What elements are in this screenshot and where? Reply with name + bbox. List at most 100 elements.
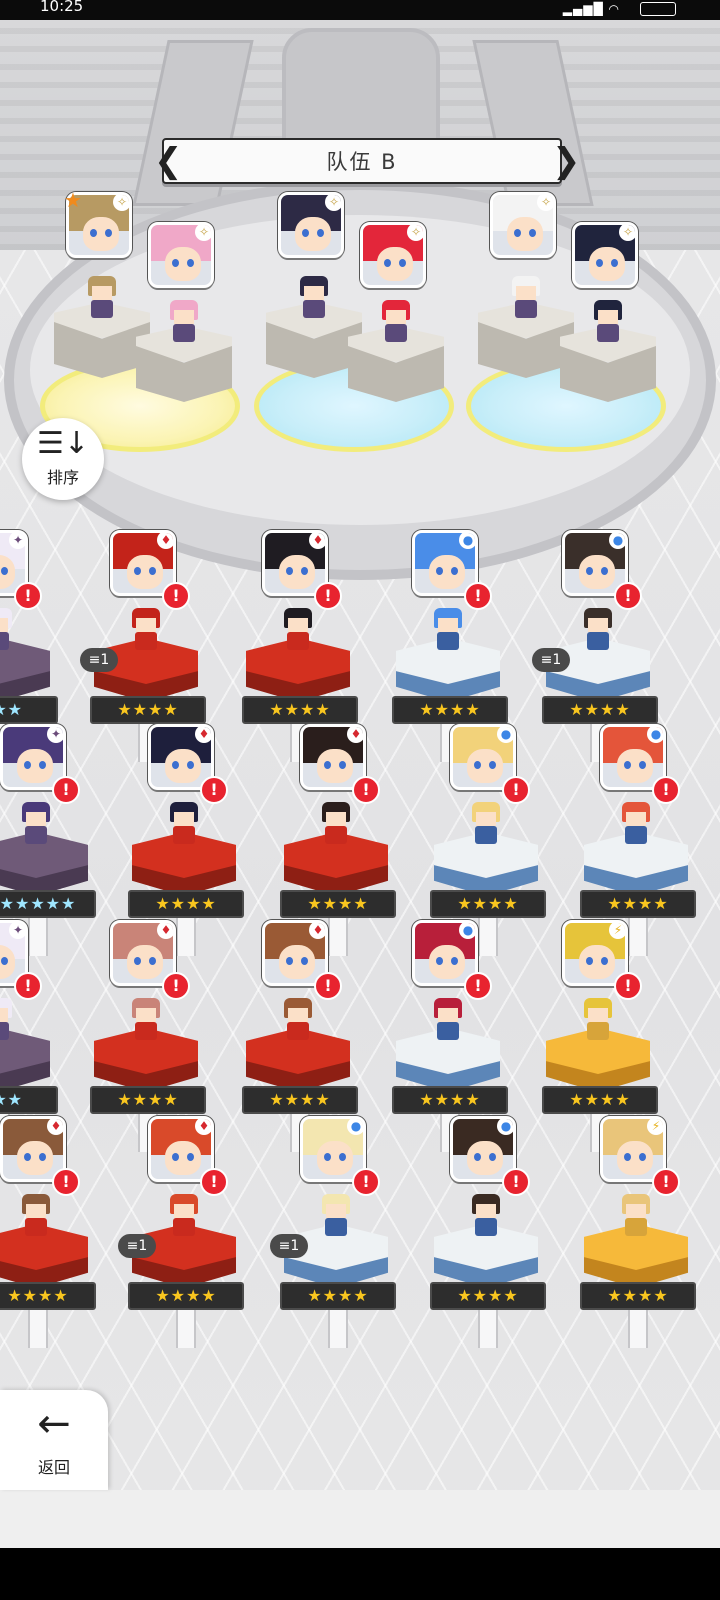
- sprite-face: [136, 1008, 156, 1022]
- sprite-face: [476, 812, 496, 826]
- star-rating: ★★★★: [128, 1282, 244, 1310]
- alert-icon: !: [52, 776, 80, 804]
- hero-eye: [39, 761, 46, 769]
- hero-face: [579, 945, 615, 979]
- alert-icon: !: [162, 972, 190, 1000]
- next-team-arrow-icon[interactable]: ❯: [552, 140, 581, 182]
- star-rating: ★★★★: [392, 1086, 508, 1114]
- sprite-body: [173, 324, 195, 342]
- hero-face: [17, 749, 53, 783]
- hero-sprite: [166, 300, 202, 344]
- element-icon: ✧: [113, 195, 129, 211]
- sprite-face: [626, 812, 646, 826]
- hero-sprite: [580, 998, 616, 1042]
- alert-icon: !: [200, 1168, 228, 1196]
- hero-eye: [39, 1153, 46, 1161]
- sprite-body: [625, 1218, 647, 1236]
- alert-icon: !: [14, 972, 42, 1000]
- sprite-face: [0, 618, 8, 632]
- sprite-body: [385, 324, 407, 342]
- sprite-body: [475, 826, 497, 844]
- bottom-bar: [0, 1490, 720, 1548]
- element-icon: ♦: [309, 923, 325, 939]
- hero-face: [127, 555, 163, 589]
- star-rating: ★★★★: [280, 890, 396, 918]
- hero-face: [165, 247, 201, 281]
- sprite-body: [437, 632, 459, 650]
- sprite-face: [626, 1204, 646, 1218]
- sprite-face: [326, 1204, 346, 1218]
- sprite-body: [173, 1218, 195, 1236]
- sprite-body: [287, 632, 309, 650]
- team-member-portrait[interactable]: ✧: [278, 192, 344, 258]
- star-rating: ★★★: [0, 1086, 58, 1114]
- hero-eye: [611, 259, 618, 267]
- hero-sprite: [18, 1194, 54, 1238]
- back-button[interactable]: ← 返回: [0, 1390, 108, 1490]
- team-name: 队伍 B: [326, 150, 398, 174]
- hero-eye: [134, 567, 141, 575]
- hero-eye: [399, 259, 406, 267]
- team-edit-screen: 10:25 ▂▄▆█ ◠ ❮ 队伍 B ❯ ✧ ★ ✧ ✧ ✧ ✧ ✧ ☰↓ 排序 ★★★ ✦…: [0, 0, 720, 1600]
- hero-eye: [187, 761, 194, 769]
- prev-team-arrow-icon[interactable]: ❮: [154, 140, 183, 182]
- element-icon: ●: [347, 1119, 363, 1135]
- alert-icon: !: [614, 972, 642, 1000]
- sprite-face: [26, 812, 46, 826]
- sprite-body: [135, 1022, 157, 1040]
- element-icon: ✧: [537, 195, 553, 211]
- hero-eye: [149, 957, 156, 965]
- sprite-face: [174, 310, 194, 324]
- hero-face: [429, 555, 465, 589]
- hero-eye: [134, 957, 141, 965]
- hero-face: [377, 247, 413, 281]
- element-icon: ●: [609, 533, 625, 549]
- hero-eye: [451, 567, 458, 575]
- hero-sprite: [166, 1194, 202, 1238]
- sprite-face: [304, 286, 324, 300]
- hero-face: [279, 945, 315, 979]
- hero-face: [429, 945, 465, 979]
- alert-icon: !: [502, 1168, 530, 1196]
- hero-sprite: [468, 1194, 504, 1238]
- duplicate-count: 1: [290, 1238, 300, 1254]
- element-icon: ⚡: [609, 923, 625, 939]
- hero-eye: [601, 957, 608, 965]
- star-rating: ★★★: [0, 696, 58, 724]
- team-member-portrait[interactable]: ✧: [148, 222, 214, 288]
- sprite-face: [598, 310, 618, 324]
- hero-face: [165, 749, 201, 783]
- alert-icon: !: [14, 582, 42, 610]
- sprite-face: [174, 1204, 194, 1218]
- hero-eye: [489, 761, 496, 769]
- team-member-portrait[interactable]: ✧: [490, 192, 556, 258]
- hero-sprite: [0, 608, 16, 652]
- team-member-portrait[interactable]: ✧: [360, 222, 426, 288]
- hero-eye: [586, 567, 593, 575]
- duplicate-count-badge: ≡1: [118, 1234, 156, 1258]
- team-member-portrait[interactable]: ✧: [572, 222, 638, 288]
- hero-eye: [149, 567, 156, 575]
- alert-icon: !: [314, 972, 342, 1000]
- hero-sprite: [128, 998, 164, 1042]
- star-rating: ★★★★: [392, 696, 508, 724]
- sprite-body: [587, 1022, 609, 1040]
- sprite-body: [625, 826, 647, 844]
- hero-eye: [339, 1153, 346, 1161]
- sort-button[interactable]: ☰↓ 排序: [22, 418, 104, 500]
- hero-sprite: [580, 608, 616, 652]
- sprite-face: [516, 286, 536, 300]
- hero-sprite: [378, 300, 414, 344]
- hero-eye: [301, 567, 308, 575]
- alert-icon: !: [464, 582, 492, 610]
- hero-face: [295, 217, 331, 251]
- hero-face: [317, 1141, 353, 1175]
- sprite-face: [26, 1204, 46, 1218]
- status-bar: 10:25 ▂▄▆█ ◠: [0, 0, 720, 20]
- star-rating: ★★★★: [90, 696, 206, 724]
- hero-eye: [172, 1153, 179, 1161]
- hero-eye: [529, 229, 536, 237]
- hero-face: [317, 749, 353, 783]
- element-icon: ✧: [407, 225, 423, 241]
- sprite-body: [437, 1022, 459, 1040]
